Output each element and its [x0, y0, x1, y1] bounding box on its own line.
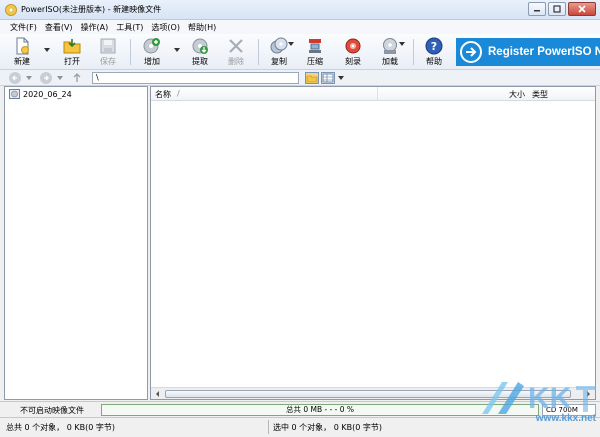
- selected-objects-status: 选中 0 个对象， 0 KB(0 字节): [273, 423, 382, 432]
- back-button[interactable]: [9, 72, 21, 84]
- new-dropdown-icon[interactable]: [43, 46, 51, 54]
- register-banner[interactable]: Register PowerISO Now: [456, 38, 600, 66]
- maximize-button[interactable]: [548, 2, 566, 16]
- open-button[interactable]: 打开: [56, 37, 88, 67]
- toolbar-separator: [258, 39, 259, 65]
- view-dropdown-icon[interactable]: [338, 75, 344, 81]
- add-label: 增加: [144, 57, 160, 66]
- total-objects-status: 总共 0 个对象， 0 KB(0 字节): [6, 423, 115, 432]
- save-button[interactable]: 保存: [92, 37, 124, 67]
- menu-options[interactable]: 选项(O): [147, 22, 184, 33]
- title-bar: PowerISO(未注册版本) - 新建映像文件: [0, 0, 600, 20]
- window-title: PowerISO(未注册版本) - 新建映像文件: [21, 5, 162, 14]
- path-input[interactable]: \: [92, 72, 299, 84]
- tree-item-root[interactable]: 2020_06_24: [9, 89, 72, 99]
- scroll-left-icon[interactable]: [154, 390, 162, 398]
- arrow-right-icon: [460, 41, 482, 63]
- view-folders-button[interactable]: [305, 72, 319, 84]
- folder-tree-pane: 2020_06_24: [4, 86, 148, 400]
- burn-disc-icon: [345, 38, 361, 54]
- kkx-watermark-logo: KK www.kkx.net: [482, 372, 600, 434]
- extract-disc-icon: [192, 38, 208, 54]
- minimize-icon: [534, 10, 540, 12]
- bootable-status: 不可启动映像文件: [20, 406, 84, 415]
- delete-x-icon: [229, 39, 243, 53]
- save-disk-icon: [100, 38, 116, 54]
- capacity-progress-bar: 总共 0 MB - - - 0 %: [101, 404, 539, 416]
- column-name[interactable]: 名称: [155, 89, 171, 100]
- open-label: 打开: [64, 57, 80, 66]
- sort-indicator: /: [177, 89, 180, 98]
- column-header: 名称 / 大小 类型: [151, 87, 595, 101]
- menu-view[interactable]: 查看(V): [41, 22, 77, 33]
- extract-label: 提取: [192, 57, 208, 66]
- save-label: 保存: [100, 57, 116, 66]
- svg-text:KK: KK: [528, 382, 572, 415]
- burn-button[interactable]: 刻录: [337, 37, 369, 67]
- new-button[interactable]: 新建: [6, 37, 38, 67]
- delete-label: 删除: [228, 57, 244, 66]
- back-arrow-icon: [12, 75, 17, 81]
- column-type[interactable]: 类型: [532, 89, 548, 100]
- watermark-url: www.kkx.net: [535, 413, 596, 424]
- open-folder-icon: [63, 39, 81, 54]
- kkx-logo-graphic: KK: [482, 382, 596, 415]
- mount-label: 加载: [382, 57, 398, 66]
- compress-label: 压缩: [307, 57, 323, 66]
- add-dropdown-icon[interactable]: [173, 46, 181, 54]
- mount-dropdown-icon[interactable]: [398, 40, 406, 48]
- forward-button[interactable]: [40, 72, 52, 84]
- toolbar-separator: [130, 39, 131, 65]
- menu-help[interactable]: 帮助(H): [184, 22, 220, 33]
- capacity-text: 总共 0 MB - - - 0 %: [285, 405, 355, 414]
- up-folder-icon[interactable]: [72, 73, 82, 83]
- folder-view-icon: [306, 75, 318, 83]
- address-bar: \: [0, 70, 600, 86]
- new-file-icon: [16, 37, 29, 55]
- help-button[interactable]: ? 帮助: [418, 37, 450, 67]
- forward-dropdown-icon[interactable]: [57, 75, 63, 81]
- column-divider[interactable]: [377, 87, 378, 101]
- compress-vise-icon: [309, 39, 321, 53]
- menu-bar: 文件(F) 查看(V) 操作(A) 工具(T) 选项(O) 帮助(H): [0, 20, 600, 34]
- view-mode-button[interactable]: [321, 72, 335, 84]
- minimize-button[interactable]: [528, 2, 546, 16]
- path-text: \: [96, 73, 99, 82]
- disc-image-icon: [9, 89, 20, 99]
- copy-disc-icon: [270, 37, 288, 54]
- add-button[interactable]: 增加: [136, 37, 168, 67]
- mount-drive-icon: [383, 38, 397, 54]
- status-divider: [268, 420, 269, 434]
- help-question-icon: ?: [425, 37, 443, 55]
- menu-action[interactable]: 操作(A): [77, 22, 113, 33]
- copy-label: 复制: [271, 57, 287, 66]
- delete-button[interactable]: 删除: [220, 37, 252, 67]
- file-list-pane: 名称 / 大小 类型: [150, 86, 596, 400]
- close-icon: [578, 5, 586, 13]
- new-label: 新建: [14, 57, 30, 66]
- details-view-icon: [322, 73, 334, 83]
- menu-file[interactable]: 文件(F): [6, 22, 41, 33]
- tree-item-label: 2020_06_24: [23, 89, 72, 99]
- add-disc-icon: [143, 38, 160, 54]
- toolbar-separator: [413, 39, 414, 65]
- forward-arrow-icon: [44, 75, 49, 81]
- register-banner-text: Register PowerISO Now: [488, 46, 600, 58]
- compress-button[interactable]: 压缩: [299, 37, 331, 67]
- menu-tools[interactable]: 工具(T): [112, 22, 147, 33]
- close-button[interactable]: [568, 2, 596, 16]
- column-size[interactable]: 大小: [509, 89, 525, 100]
- maximize-icon: [553, 5, 561, 13]
- back-dropdown-icon[interactable]: [26, 75, 32, 81]
- burn-label: 刻录: [345, 57, 361, 66]
- extract-button[interactable]: 提取: [184, 37, 216, 67]
- poweriso-app-icon: [5, 4, 17, 16]
- copy-dropdown-icon[interactable]: [287, 40, 295, 48]
- svg-text:?: ?: [431, 40, 437, 53]
- help-label: 帮助: [426, 57, 442, 66]
